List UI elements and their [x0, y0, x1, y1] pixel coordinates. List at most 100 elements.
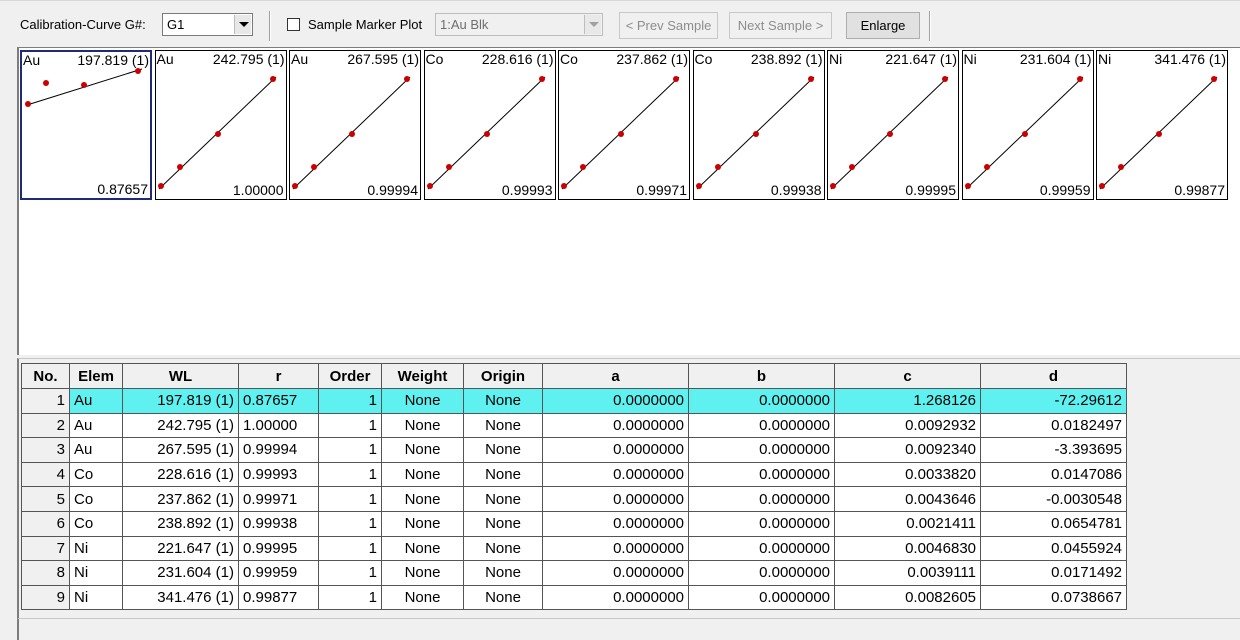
table-cell[interactable]: 1 — [21, 388, 70, 414]
table-cell[interactable]: 0.0000000 — [542, 584, 689, 611]
table-cell[interactable]: None — [463, 437, 543, 463]
table-cell[interactable]: Ni — [69, 535, 123, 562]
table-cell[interactable]: 0.0000000 — [688, 461, 835, 488]
table-cell[interactable]: 1 — [318, 535, 382, 562]
table-cell[interactable]: 0.0182497 — [980, 412, 1127, 439]
table-cell[interactable]: 0.99959 — [238, 560, 319, 586]
table-cell[interactable]: -72.29612 — [980, 388, 1127, 414]
table-cell[interactable]: None — [463, 560, 543, 586]
table-row[interactable]: 6 Co 238.892 (1) 0.99938 1 None None 0.0000000 0… — [21, 510, 1127, 537]
table-cell[interactable]: 0.0654781 — [980, 510, 1127, 537]
table-cell[interactable]: 0.99971 — [238, 486, 319, 512]
table-cell[interactable]: 0.0046830 — [834, 535, 981, 562]
table-cell[interactable]: -0.0030548 — [980, 486, 1127, 512]
chevron-down-icon[interactable] — [234, 15, 251, 34]
table-cell[interactable]: 0.87657 — [238, 388, 319, 414]
table-cell[interactable]: 1 — [318, 486, 382, 512]
table-cell[interactable]: 0.0043646 — [834, 486, 981, 512]
table-cell[interactable]: 238.892 (1) — [122, 510, 239, 537]
table-cell[interactable]: 1 — [318, 510, 382, 537]
table-row[interactable]: 5 Co 237.862 (1) 0.99971 1 None None 0.0000000 0… — [21, 486, 1127, 512]
table-cell[interactable]: None — [381, 486, 464, 512]
table-cell[interactable]: 5 — [21, 486, 70, 512]
table-cell[interactable]: Au — [69, 437, 123, 463]
sample-marker-plot-checkbox[interactable] — [287, 18, 300, 31]
table-cell[interactable]: Ni — [69, 584, 123, 611]
table-cell[interactable]: None — [381, 510, 464, 537]
table-cell[interactable]: 1.268126 — [834, 388, 981, 414]
table-cell[interactable]: 0.0000000 — [688, 486, 835, 512]
table-cell[interactable]: 8 — [21, 560, 70, 586]
column-header[interactable]: d — [980, 363, 1127, 389]
table-cell[interactable]: 9 — [21, 584, 70, 611]
table-cell[interactable]: 0.0000000 — [542, 412, 689, 439]
table-cell[interactable]: None — [381, 437, 464, 463]
table-cell[interactable]: None — [463, 486, 543, 512]
table-cell[interactable]: 0.99995 — [238, 535, 319, 562]
table-cell[interactable]: 0.0000000 — [542, 437, 689, 463]
curve-thumbnail[interactable]: Au 242.795 (1) 1.00000 — [154, 50, 287, 200]
table-row[interactable]: 7 Ni 221.647 (1) 0.99995 1 None None 0.0000000 0… — [21, 535, 1127, 562]
table-cell[interactable]: 0.0171492 — [980, 560, 1127, 586]
table-cell[interactable]: 0.0738667 — [980, 584, 1127, 611]
table-cell[interactable]: None — [381, 584, 464, 611]
table-cell[interactable]: None — [463, 535, 543, 562]
chevron-down-icon[interactable] — [584, 15, 601, 34]
column-header[interactable]: r — [238, 363, 319, 389]
table-row[interactable]: 8 Ni 231.604 (1) 0.99959 1 None None 0.0000000 0… — [21, 560, 1127, 586]
column-header[interactable]: b — [688, 363, 835, 389]
table-cell[interactable]: 1 — [318, 584, 382, 611]
table-cell[interactable]: 1 — [318, 437, 382, 463]
table-cell[interactable]: 231.604 (1) — [122, 560, 239, 586]
column-header[interactable]: Weight — [381, 363, 464, 389]
curve-thumbnail[interactable]: Co 238.892 (1) 0.99938 — [692, 50, 825, 200]
table-cell[interactable]: None — [463, 388, 543, 414]
table-cell[interactable]: 0.0000000 — [688, 535, 835, 562]
table-row[interactable]: 4 Co 228.616 (1) 0.99993 1 None None 0.0000000 0… — [21, 461, 1127, 488]
curve-thumbnail[interactable]: Ni 221.647 (1) 0.99995 — [827, 50, 959, 200]
curve-thumbnail[interactable]: Ni 341.476 (1) 0.99877 — [1096, 50, 1228, 200]
table-cell[interactable]: 0.0021411 — [834, 510, 981, 537]
table-cell[interactable]: 0.0000000 — [542, 510, 689, 537]
table-row[interactable]: 1 Au 197.819 (1) 0.87657 1 None None 0.0000000 0… — [21, 388, 1127, 414]
table-cell[interactable]: 3 — [21, 437, 70, 463]
table-cell[interactable]: 0.0092340 — [834, 437, 981, 463]
column-header[interactable]: a — [542, 363, 689, 389]
table-cell[interactable]: Co — [69, 510, 123, 537]
table-cell[interactable]: 341.476 (1) — [122, 584, 239, 611]
curve-thumbnail[interactable]: Au 197.819 (1) 0.87657 — [20, 50, 152, 200]
table-cell[interactable]: 1 — [318, 560, 382, 586]
table-cell[interactable]: 2 — [21, 412, 70, 439]
table-cell[interactable]: -3.393695 — [980, 437, 1127, 463]
column-header[interactable]: Origin — [463, 363, 543, 389]
column-header[interactable]: Order — [318, 363, 382, 389]
next-sample-button[interactable]: Next Sample > — [729, 12, 832, 39]
table-cell[interactable]: None — [381, 560, 464, 586]
table-cell[interactable]: None — [463, 461, 543, 488]
table-cell[interactable]: 0.0455924 — [980, 535, 1127, 562]
table-cell[interactable]: 0.0092932 — [834, 412, 981, 439]
table-cell[interactable]: None — [463, 584, 543, 611]
table-cell[interactable]: 6 — [21, 510, 70, 537]
sample-select[interactable]: 1:Au Blk — [435, 13, 603, 36]
curve-thumbnail[interactable]: Co 228.616 (1) 0.99993 — [423, 50, 556, 200]
table-cell[interactable]: 1 — [318, 412, 382, 439]
table-cell[interactable]: 0.0000000 — [688, 560, 835, 586]
prev-sample-button[interactable]: < Prev Sample — [619, 12, 718, 39]
enlarge-button[interactable]: Enlarge — [846, 12, 920, 39]
table-cell[interactable]: 0.0000000 — [542, 388, 689, 414]
table-cell[interactable]: 0.0000000 — [542, 560, 689, 586]
column-header[interactable]: Elem — [69, 363, 123, 389]
table-cell[interactable]: None — [381, 388, 464, 414]
calibration-curve-select[interactable]: G1 — [162, 13, 253, 36]
table-cell[interactable]: None — [381, 461, 464, 488]
table-cell[interactable]: None — [463, 510, 543, 537]
column-header[interactable]: c — [834, 363, 981, 389]
table-cell[interactable]: Co — [69, 486, 123, 512]
table-cell[interactable]: 267.595 (1) — [122, 437, 239, 463]
table-cell[interactable]: 4 — [21, 461, 70, 488]
table-cell[interactable]: 0.99993 — [238, 461, 319, 488]
table-cell[interactable]: 0.99938 — [238, 510, 319, 537]
table-row[interactable]: 9 Ni 341.476 (1) 0.99877 1 None None 0.0000000 0… — [21, 584, 1127, 611]
curve-thumbnail[interactable]: Au 267.595 (1) 0.99994 — [289, 50, 421, 200]
